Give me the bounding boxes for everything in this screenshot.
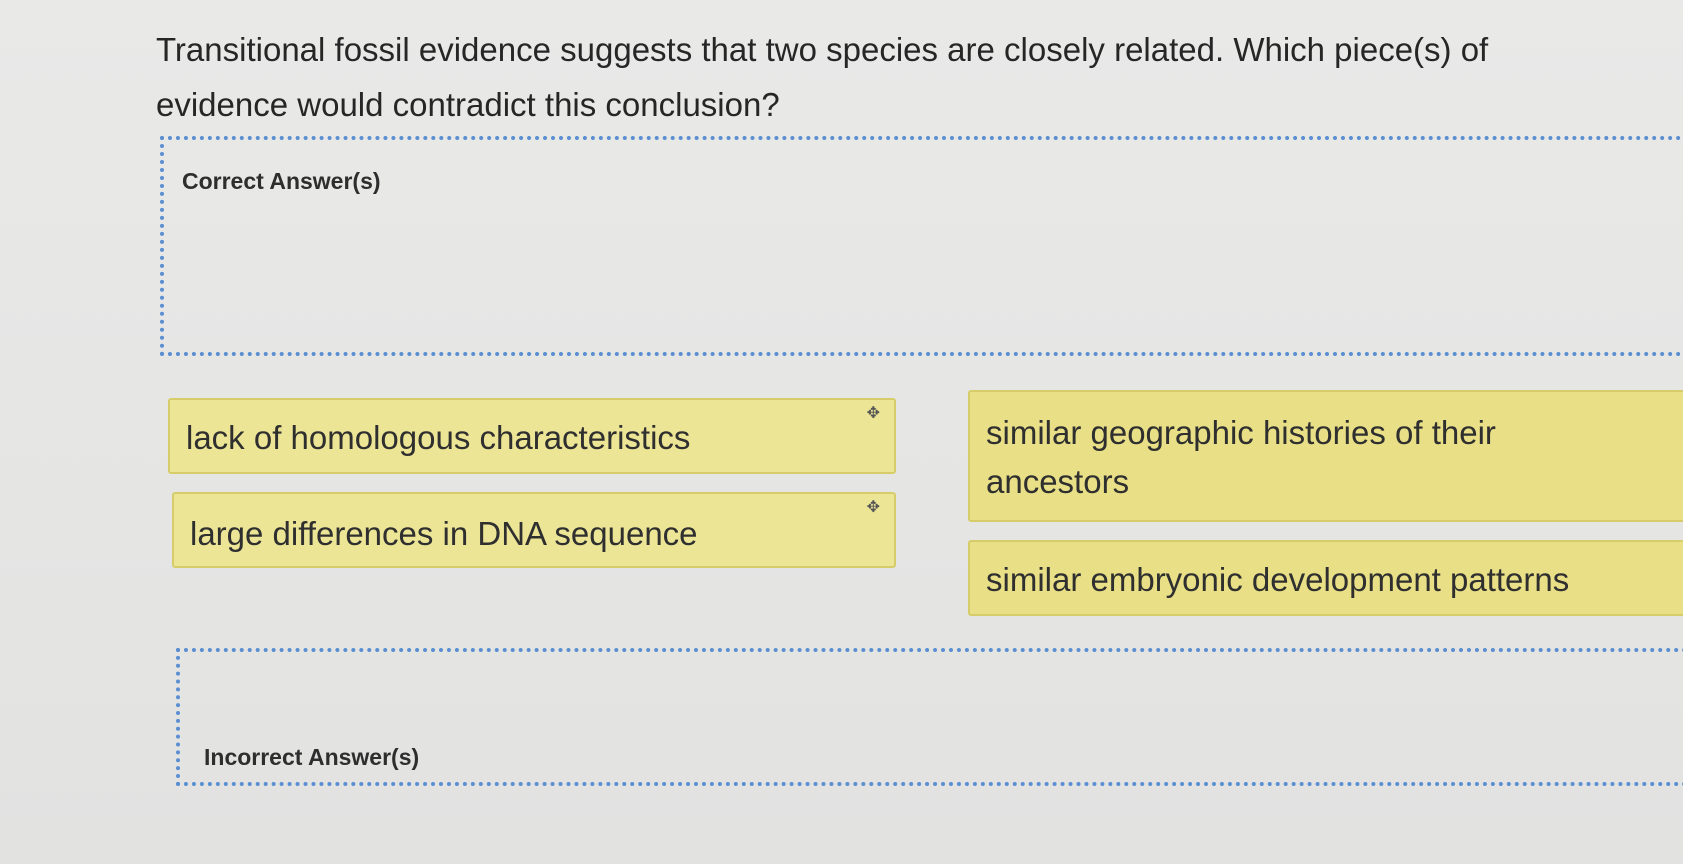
answer-chip-label: similar geographic histories of their an…: [986, 414, 1496, 500]
answer-chip-homologous[interactable]: lack of homologous characteristics ✥: [168, 398, 896, 474]
correct-answers-label: Correct Answer(s): [182, 168, 381, 194]
answer-chip-dna[interactable]: large differences in DNA sequence ✥: [172, 492, 896, 568]
incorrect-answers-dropzone[interactable]: Incorrect Answer(s): [176, 648, 1683, 786]
question-text: Transitional fossil evidence suggests th…: [156, 31, 1489, 123]
answer-chip-embryonic[interactable]: similar embryonic development patterns: [968, 540, 1683, 616]
incorrect-answers-label: Incorrect Answer(s): [204, 744, 420, 770]
answer-chip-label: lack of homologous characteristics: [186, 419, 691, 456]
answer-chip-geographic[interactable]: similar geographic histories of their an…: [968, 390, 1683, 522]
answer-chip-label: large differences in DNA sequence: [190, 515, 698, 552]
answer-chip-label: similar embryonic development patterns: [986, 561, 1570, 598]
move-icon[interactable]: ✥: [867, 500, 880, 516]
move-icon[interactable]: ✥: [867, 406, 880, 422]
correct-answers-dropzone[interactable]: Correct Answer(s): [160, 136, 1683, 356]
